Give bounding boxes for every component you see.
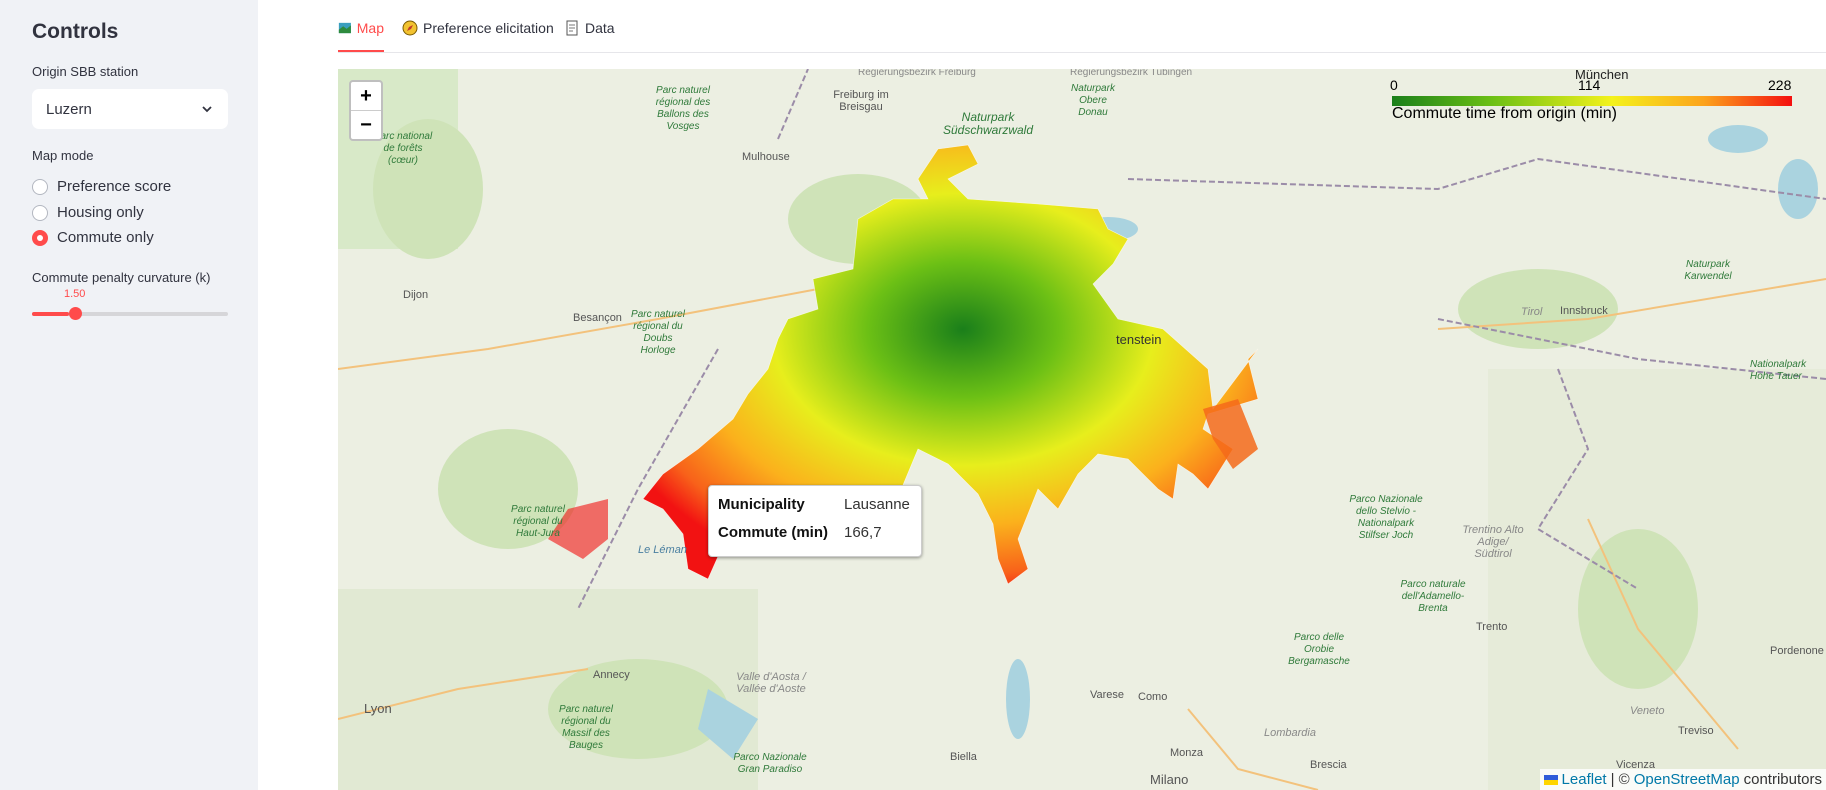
park-label: Naturpark Obere Donau [1071, 83, 1115, 118]
curvature-value: 1.50 [64, 288, 86, 300]
radio-label: Preference score [57, 178, 172, 195]
place-label: Como [1138, 691, 1168, 703]
place-label: Treviso [1678, 725, 1714, 737]
legend-tick: 228 [1768, 77, 1792, 93]
park-label: Parc naturel régional du Haut-Jura [511, 504, 565, 539]
tooltip-municipality-label: Municipality [718, 496, 805, 513]
legend-tick: 114 [1578, 77, 1601, 93]
park-label: Parc naturel régional du Doubs Horloge [631, 309, 685, 356]
place-label: Dijon [403, 289, 429, 301]
tooltip-commute-value: 166,7 [844, 524, 882, 541]
tab-bar: Map Preference elicitation Data [338, 0, 1826, 53]
place-label: Biella [950, 751, 977, 763]
tab-data[interactable]: Data [564, 20, 615, 52]
municipality-tooltip: Municipality Lausanne Commute (min) 166,… [708, 485, 922, 557]
basemap-tiles [338, 69, 1826, 790]
compass-icon [402, 20, 418, 36]
tab-map[interactable]: Map [338, 20, 384, 52]
map-canvas[interactable]: Mulhouse Freiburg im Breisgau Regierungs… [338, 69, 1826, 790]
place-label: Tirol [1521, 306, 1543, 318]
tab-preference-elicitation[interactable]: Preference elicitation [402, 20, 554, 52]
place-label: Regierungsbezirk Tübingen [1070, 69, 1193, 78]
leaflet-link[interactable]: Leaflet [1562, 771, 1607, 788]
park-label: Parco Nazionale Gran Paradiso [733, 752, 807, 775]
station-label: Origin SBB station [32, 64, 139, 79]
place-label: Annecy [593, 669, 630, 681]
tooltip-municipality-value: Lausanne [844, 496, 910, 513]
place-label: Freiburg im Breisgau [833, 89, 889, 113]
park-label: Naturpark Südschwarzwald [942, 110, 1034, 137]
zoom-control: + − [349, 80, 383, 141]
place-label: Brescia [1310, 759, 1347, 771]
place-label: Besançon [573, 312, 622, 324]
place-label: Pordenone [1770, 645, 1824, 657]
place-label: Le Léman [638, 544, 687, 556]
radio-housing-only[interactable]: Housing only [32, 204, 144, 221]
place-label: Mulhouse [742, 151, 790, 163]
station-select[interactable]: Luzern [32, 89, 228, 129]
attribution-separator: | © [1610, 771, 1630, 788]
place-label: Lyon [364, 701, 392, 716]
legend-tick: 0 [1390, 77, 1398, 93]
curvature-label: Commute penalty curvature (k) [32, 270, 211, 285]
ukraine-flag-icon [1543, 774, 1558, 785]
zoom-out-button[interactable]: − [351, 111, 381, 139]
place-label: Innsbruck [1560, 305, 1608, 317]
place-label: Trento [1476, 621, 1508, 633]
place-label: tenstein [1116, 332, 1162, 347]
place-label: Milano [1150, 772, 1189, 787]
chevron-down-icon [202, 106, 212, 113]
curvature-slider-fill [32, 312, 70, 316]
place-label: Valle d'Aosta / Vallée d'Aoste [736, 671, 806, 695]
park-label: Parco Nazionale dello Stelvio - National… [1349, 494, 1423, 541]
place-label: Varese [1090, 689, 1125, 701]
place-label: Veneto [1630, 705, 1665, 717]
place-label: Lombardia [1264, 727, 1316, 739]
park-label: Parc naturel régional des Ballons des Vo… [655, 85, 711, 132]
osm-link[interactable]: OpenStreetMap [1634, 771, 1740, 788]
sidebar: Controls Origin SBB station Luzern Map m… [0, 0, 258, 790]
radio-circle-selected[interactable] [32, 229, 48, 246]
tab-label: Preference elicitation [423, 20, 554, 36]
park-label: Parc naturel régional du Massif des Baug… [559, 704, 613, 751]
zoom-in-button[interactable]: + [351, 82, 381, 111]
sidebar-title: Controls [32, 20, 119, 43]
station-select-value: Luzern [46, 100, 92, 118]
park-label: Naturpark Karwendel [1684, 259, 1732, 282]
radio-commute-only[interactable]: Commute only [32, 229, 154, 246]
map-attribution: Leaflet | © OpenStreetMap contributors [1539, 769, 1826, 790]
place-label: Trentino Alto Adige/ Südtirol [1462, 524, 1524, 560]
curvature-slider-track[interactable] [32, 312, 228, 316]
place-label: Regierungsbezirk Freiburg [858, 69, 976, 78]
radio-preference-score[interactable]: Preference score [32, 178, 171, 195]
legend-caption: Commute time from origin (min) [1392, 105, 1617, 122]
map-mode-label: Map mode [32, 148, 94, 163]
place-label: Monza [1170, 747, 1204, 759]
radio-label: Commute only [57, 229, 154, 246]
attribution-suffix: contributors [1743, 771, 1822, 788]
curvature-slider-thumb[interactable] [69, 307, 82, 320]
park-label: Parco naturale dell'Adamello-Brenta [1400, 579, 1466, 614]
radio-circle[interactable] [32, 204, 48, 221]
page-icon [566, 20, 578, 36]
tooltip-commute-label: Commute (min) [718, 524, 828, 541]
tab-label: Map [356, 20, 384, 36]
color-legend: 0 114 228 Commute time from origin (min) [1390, 73, 1800, 133]
tab-label: Data [585, 20, 615, 36]
map-icon [338, 22, 351, 34]
radio-circle[interactable] [32, 178, 48, 195]
radio-label: Housing only [57, 204, 144, 221]
park-label: Nationalpark Hohe Tauer [1750, 359, 1807, 382]
park-label: Parco delle Orobie Bergamasche [1288, 632, 1350, 667]
